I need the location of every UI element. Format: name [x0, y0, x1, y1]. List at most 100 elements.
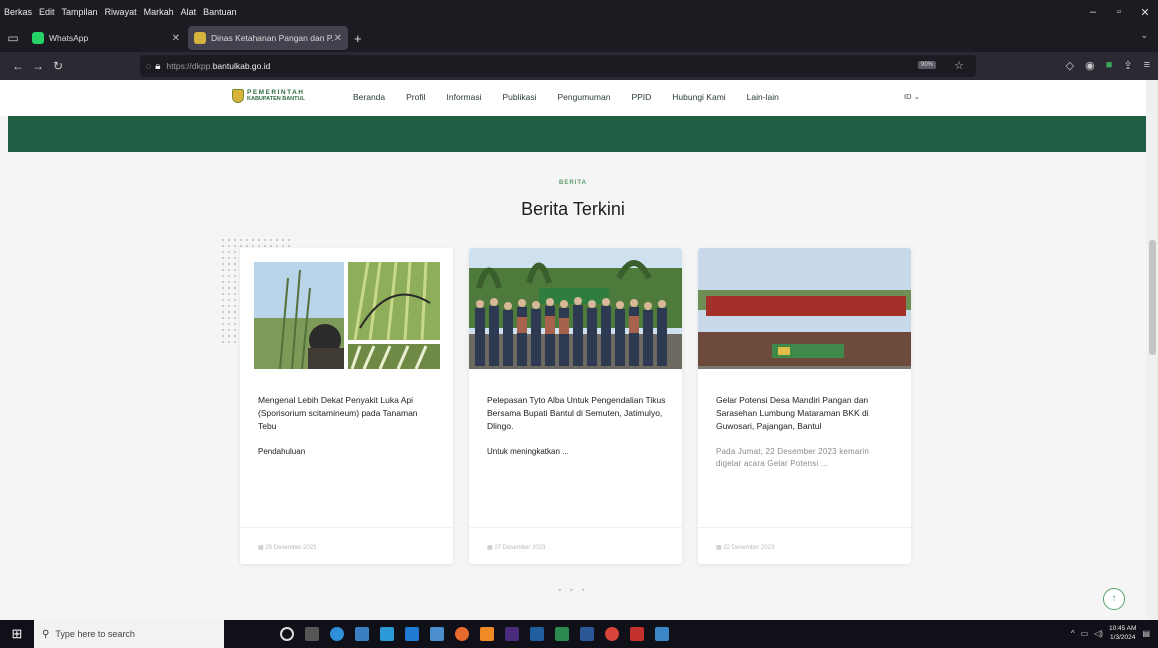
- news-date: ▦ 22 Desember 2023: [716, 545, 775, 551]
- news-card[interactable]: Gelar Potensi Desa Mandiri Pangan dan Sa…: [698, 248, 911, 564]
- news-thumbnail[interactable]: [240, 248, 453, 369]
- nav-profil[interactable]: Profil: [406, 92, 425, 102]
- menu-item-view[interactable]: Tampilan: [62, 7, 98, 17]
- cortana-icon[interactable]: [280, 627, 294, 641]
- news-thumbnail[interactable]: [698, 248, 911, 369]
- bookmark-star-icon[interactable]: ☆: [954, 59, 964, 72]
- address-bar[interactable]: ◌ 🔒︎ https://dkpp. bantulkab.go.id 90% ☆: [140, 55, 976, 77]
- carousel-pagination[interactable]: • • •: [0, 585, 1146, 595]
- close-tab-icon[interactable]: ✕: [334, 33, 342, 44]
- menu-item-bookmarks[interactable]: Markah: [144, 7, 174, 17]
- menu-item-help[interactable]: Bantuan: [203, 7, 237, 17]
- news-excerpt: Untuk meningkatkan ...: [487, 447, 569, 456]
- volume-icon[interactable]: ◁): [1094, 629, 1103, 638]
- back-icon[interactable]: ←: [8, 59, 28, 73]
- menu-item-history[interactable]: Riwayat: [105, 7, 137, 17]
- nav-beranda[interactable]: Beranda: [353, 92, 385, 102]
- firefox-icon[interactable]: [455, 627, 469, 641]
- network-icon[interactable]: ▭: [1081, 629, 1089, 638]
- news-date-text: 22 Desember 2023: [723, 545, 775, 551]
- file-explorer-icon[interactable]: [355, 627, 369, 641]
- page-scrollbar[interactable]: [1146, 80, 1158, 620]
- notifications-icon[interactable]: ▤: [1142, 629, 1150, 638]
- back-to-top-button[interactable]: ↑: [1103, 588, 1125, 610]
- scrollbar-thumb[interactable]: [1149, 240, 1156, 355]
- site-logo[interactable]: PEMERINTAH KABUPATEN BANTUL: [232, 89, 305, 103]
- whatsapp-favicon-icon: [32, 32, 44, 44]
- windows-taskbar: ⊞ ⚲ Type here to search ^ ▭ ◁) 10:45 AM …: [0, 620, 1158, 648]
- tab-bar: ▭ WhatsApp ✕ Dinas Ketahanan Pangan dan …: [0, 24, 1158, 52]
- news-date-text: 29 Desember 2023: [265, 545, 317, 551]
- page-viewport: PEMERINTAH KABUPATEN BANTUL Beranda Prof…: [0, 80, 1158, 620]
- news-thumbnail[interactable]: [469, 248, 682, 369]
- menu-item-tools[interactable]: Alat: [181, 7, 197, 17]
- nav-ppid[interactable]: PPID: [631, 92, 651, 102]
- group-photo-tyto-alba: [469, 248, 682, 369]
- photoshop-icon[interactable]: [530, 627, 544, 641]
- url-prefix: https://dkpp.: [166, 61, 213, 71]
- taskbar-search[interactable]: ⚲ Type here to search: [34, 620, 224, 648]
- language-selector[interactable]: ID ⌄: [904, 92, 920, 101]
- new-tab-button[interactable]: +: [354, 31, 362, 46]
- news-card[interactable]: Pelepasan Tyto Alba Untuk Pengendalian T…: [469, 248, 682, 564]
- store-icon[interactable]: [380, 627, 394, 641]
- tab-title: Dinas Ketahanan Pangan dan P...: [211, 33, 334, 43]
- tab-list-icon[interactable]: ▭: [0, 31, 26, 45]
- sugarcane-smut-photo: [240, 248, 453, 369]
- tab-title: WhatsApp: [49, 33, 89, 43]
- system-clock[interactable]: 10:45 AM 1/3/2024: [1109, 624, 1136, 642]
- taskbar-apps: [280, 627, 669, 641]
- news-footer: ▦ 22 Desember 2023: [698, 527, 911, 564]
- edge-icon[interactable]: [330, 627, 344, 641]
- shield-icon[interactable]: ◌: [146, 61, 151, 71]
- app-icon[interactable]: [655, 627, 669, 641]
- tab-whatsapp[interactable]: WhatsApp ✕: [26, 26, 186, 50]
- news-title[interactable]: Gelar Potensi Desa Mandiri Pangan dan Sa…: [716, 394, 896, 433]
- reload-icon[interactable]: ↻: [48, 59, 68, 73]
- list-all-tabs-icon[interactable]: ⌄: [1140, 30, 1148, 41]
- news-title[interactable]: Pelepasan Tyto Alba Untuk Pengendalian T…: [487, 394, 667, 433]
- nav-lain-lain[interactable]: Lain-lain: [747, 92, 779, 102]
- app-menu-icon[interactable]: ≡: [1144, 59, 1150, 72]
- maximize-button[interactable]: ▫: [1106, 6, 1132, 18]
- word-icon[interactable]: [580, 627, 594, 641]
- zoom-badge[interactable]: 90%: [917, 61, 936, 69]
- mail-icon[interactable]: [405, 627, 419, 641]
- nav-informasi[interactable]: Informasi: [447, 92, 482, 102]
- site-main-menu: Beranda Profil Informasi Publikasi Pengu…: [353, 92, 800, 102]
- minimize-button[interactable]: –: [1080, 6, 1106, 18]
- news-excerpt: Pendahuluan: [258, 447, 306, 456]
- nav-pengumuman[interactable]: Pengumuman: [558, 92, 611, 102]
- news-card[interactable]: Mengenal Lebih Dekat Penyakit Luka Api (…: [240, 248, 453, 564]
- tab-dinas-ketahanan-pangan[interactable]: Dinas Ketahanan Pangan dan P... ✕: [188, 26, 348, 50]
- pen-icon[interactable]: [555, 627, 569, 641]
- forward-icon[interactable]: →: [28, 59, 48, 73]
- news-date: ▦ 29 Desember 2023: [258, 545, 317, 551]
- news-date-text: 27 Desember 2023: [494, 545, 546, 551]
- tray-chevron-icon[interactable]: ^: [1071, 629, 1075, 638]
- acrobat-icon[interactable]: [630, 627, 644, 641]
- pocket-icon[interactable]: ◇: [1066, 59, 1074, 72]
- close-window-button[interactable]: ✕: [1132, 6, 1158, 19]
- nav-publikasi[interactable]: Publikasi: [502, 92, 536, 102]
- news-title[interactable]: Mengenal Lebih Dekat Penyakit Luka Api (…: [258, 394, 438, 433]
- extension-icon[interactable]: ■: [1106, 59, 1113, 72]
- share-icon[interactable]: ⇪: [1123, 59, 1132, 72]
- lock-icon[interactable]: 🔒︎: [155, 61, 160, 72]
- navigation-bar: ← → ↻ ◌ 🔒︎ https://dkpp. bantulkab.go.id…: [0, 52, 1158, 80]
- task-view-icon[interactable]: [305, 627, 319, 641]
- site-header: PEMERINTAH KABUPATEN BANTUL Beranda Prof…: [0, 80, 1146, 116]
- close-tab-icon[interactable]: ✕: [172, 33, 180, 44]
- logo-line-2: KABUPATEN BANTUL: [247, 96, 305, 102]
- menu-item-file[interactable]: Berkas: [4, 7, 32, 17]
- premiere-icon[interactable]: [505, 627, 519, 641]
- section-title: Berita Terkini: [521, 199, 625, 219]
- windows-start-icon[interactable]: ⊞: [0, 626, 34, 642]
- menu-item-edit[interactable]: Edit: [39, 7, 55, 17]
- account-icon[interactable]: ◉: [1085, 59, 1095, 72]
- vlc-icon[interactable]: [480, 627, 494, 641]
- news-date: ▦ 27 Desember 2023: [487, 545, 546, 551]
- calculator-icon[interactable]: [430, 627, 444, 641]
- nav-hubungi-kami[interactable]: Hubungi Kami: [672, 92, 725, 102]
- chrome-icon[interactable]: [605, 627, 619, 641]
